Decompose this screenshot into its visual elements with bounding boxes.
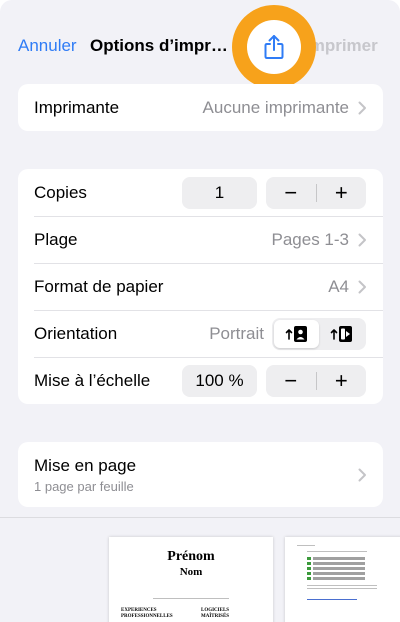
layout-row[interactable]: Mise en page 1 page par feuille bbox=[18, 442, 383, 507]
orientation-portrait-option[interactable] bbox=[274, 319, 319, 348]
preview-section-experience: EXPERIENCES PROFESSIONNELLES bbox=[121, 608, 173, 619]
preview-first-name: Prénom bbox=[167, 549, 215, 564]
printer-row[interactable]: Imprimante Aucune imprimante bbox=[18, 84, 383, 131]
range-label: Plage bbox=[34, 229, 78, 249]
orientation-label: Orientation bbox=[34, 323, 118, 343]
chevron-right-icon bbox=[358, 280, 366, 293]
print-options-sheet: Annuler Options d’impr… Imprimer Imprima… bbox=[0, 0, 400, 622]
navigation-bar: Annuler Options d’impr… Imprimer bbox=[0, 0, 400, 90]
chevron-right-icon bbox=[358, 233, 366, 246]
range-value: Pages 1-3 bbox=[271, 229, 350, 249]
preview-section-software: LOGICIELS MAÎTRISÉS bbox=[201, 608, 230, 619]
preview-text-lines bbox=[297, 545, 315, 548]
printer-value: Aucune imprimante bbox=[202, 97, 349, 117]
preview-text-lines bbox=[307, 585, 377, 591]
orientation-landscape-option[interactable] bbox=[319, 320, 364, 348]
paper-size-value: A4 bbox=[328, 276, 349, 296]
preview-page-2[interactable] bbox=[285, 537, 400, 622]
scale-field[interactable]: 100 % bbox=[182, 364, 257, 397]
copies-decrement-button[interactable]: − bbox=[266, 177, 316, 209]
preview-last-name: Nom bbox=[179, 566, 203, 578]
paper-size-row[interactable]: Format de papier A4 bbox=[18, 263, 383, 310]
layout-subtitle: 1 page par feuille bbox=[34, 478, 134, 494]
preview-page-1[interactable]: Prénom Nom EXPERIENCES PROFESSIONNELLES … bbox=[109, 537, 273, 622]
print-settings-group: Copies 1 − + Plage Pages 1-3 Format de p… bbox=[18, 169, 383, 404]
preview-link-line bbox=[307, 599, 357, 602]
copies-increment-button[interactable]: + bbox=[317, 177, 367, 209]
page-title: Options d’impr… bbox=[90, 36, 228, 55]
chevron-right-icon bbox=[358, 101, 366, 114]
scale-label: Mise à l’échelle bbox=[34, 370, 151, 390]
portrait-icon bbox=[285, 325, 307, 342]
copies-stepper: − + bbox=[266, 176, 367, 209]
printer-label: Imprimante bbox=[34, 97, 120, 117]
landscape-icon bbox=[330, 325, 352, 342]
share-icon bbox=[264, 35, 284, 59]
copies-label: Copies bbox=[34, 182, 87, 202]
preview-text-lines bbox=[307, 551, 367, 554]
orientation-segmented-control bbox=[272, 317, 366, 350]
orientation-row: Orientation Portrait bbox=[18, 310, 383, 357]
preview-subtitle-line bbox=[153, 598, 229, 601]
copies-row: Copies 1 − + bbox=[18, 169, 383, 216]
copies-field[interactable]: 1 bbox=[182, 176, 257, 209]
scale-row: Mise à l’échelle 100 % − + bbox=[18, 357, 383, 404]
chevron-right-icon bbox=[358, 468, 366, 481]
layout-label: Mise en page bbox=[34, 455, 137, 475]
orientation-value: Portrait bbox=[209, 323, 264, 343]
scale-decrement-button[interactable]: − bbox=[266, 365, 316, 397]
share-button[interactable] bbox=[247, 20, 301, 74]
range-row[interactable]: Plage Pages 1-3 bbox=[18, 216, 383, 263]
cancel-button[interactable]: Annuler bbox=[18, 36, 77, 56]
layout-group: Mise en page 1 page par feuille bbox=[18, 442, 383, 507]
scale-stepper: − + bbox=[266, 364, 367, 397]
scale-increment-button[interactable]: + bbox=[317, 365, 367, 397]
preview-checklist bbox=[307, 557, 365, 582]
printer-group: Imprimante Aucune imprimante bbox=[18, 84, 383, 131]
print-preview: Prénom Nom EXPERIENCES PROFESSIONNELLES … bbox=[0, 517, 400, 622]
paper-size-label: Format de papier bbox=[34, 276, 164, 296]
